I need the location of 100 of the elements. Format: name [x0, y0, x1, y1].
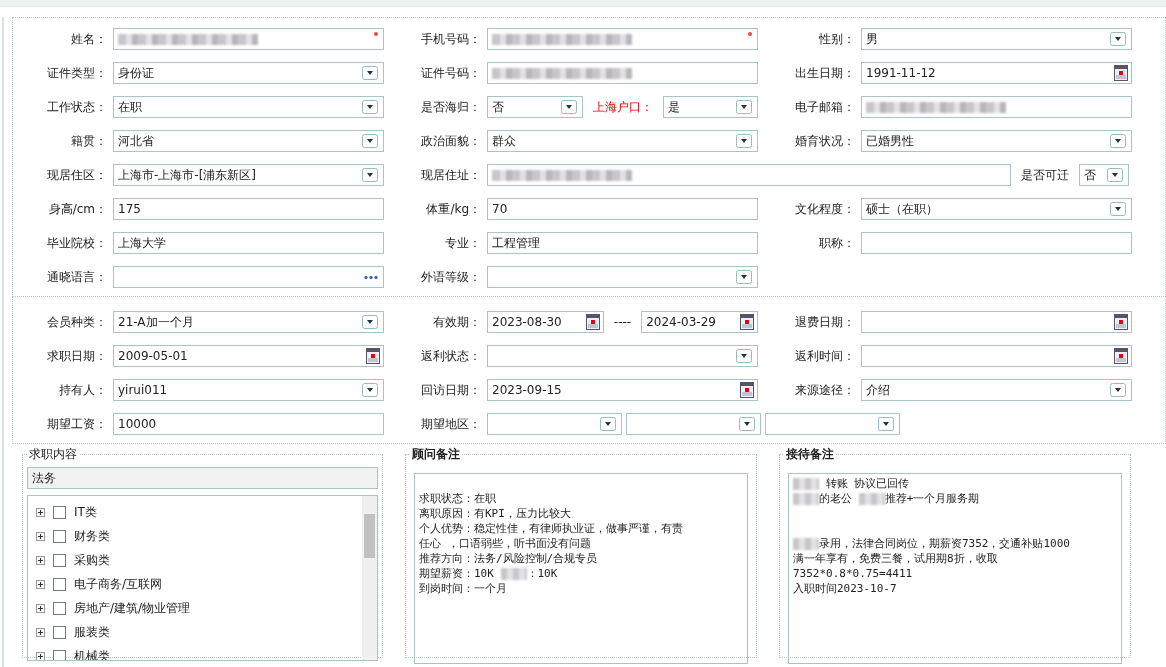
- select-field[interactable]: yirui011: [113, 379, 384, 401]
- text-field[interactable]: 上海大学: [113, 232, 384, 254]
- caret-icon[interactable]: [362, 383, 378, 397]
- text-field[interactable]: [861, 232, 1132, 254]
- select-field[interactable]: 男: [861, 28, 1132, 50]
- caret-icon[interactable]: [1110, 32, 1126, 46]
- category-item[interactable]: 服装类: [74, 623, 110, 641]
- field-label: 通晓语言：: [46, 268, 108, 286]
- panel-title: 顾问备注: [411, 446, 461, 463]
- lookup-field[interactable]: [113, 266, 384, 288]
- select-field[interactable]: 群众: [487, 130, 758, 152]
- expand-icon[interactable]: [36, 507, 45, 517]
- date-field[interactable]: 1991-11-12: [861, 62, 1132, 84]
- calendar-icon[interactable]: [1114, 348, 1128, 364]
- checkbox[interactable]: [53, 625, 66, 639]
- date-field[interactable]: [861, 311, 1132, 333]
- caret-icon[interactable]: [362, 100, 378, 114]
- caret-icon[interactable]: [736, 349, 752, 363]
- field-label: ----: [612, 315, 633, 329]
- select-field[interactable]: 上海市-上海市-[浦东新区]: [113, 164, 384, 186]
- date-field[interactable]: 2023-09-15: [487, 379, 758, 401]
- checkbox[interactable]: [53, 553, 66, 567]
- checkbox[interactable]: [53, 505, 66, 519]
- caret-icon[interactable]: [878, 417, 894, 431]
- caret-icon[interactable]: [362, 66, 378, 80]
- more-icon[interactable]: [363, 275, 379, 280]
- checkbox[interactable]: [53, 577, 66, 591]
- checkbox[interactable]: [53, 601, 66, 615]
- category-item[interactable]: IT类: [74, 503, 97, 521]
- text-field[interactable]: 10000: [113, 413, 384, 435]
- date-field[interactable]: 2024-03-29: [641, 311, 758, 333]
- expand-icon[interactable]: [36, 651, 45, 660]
- note-line: 满一年享有，免费三餐，试用期8折，收取: [793, 551, 999, 566]
- notes-textarea[interactable]: 求职状态：在职 离职原因：有KPI，压力比较大 个人优势：稳定性佳，有律师执业证，做事严谨，有责 任心 ，口语弱些，听书面没有问题 推荐方向：法务/风险控制/合规专员 期望薪资：10K ：10K 到岗时间：一个月: [414, 473, 748, 664]
- category-item[interactable]: 财务类: [74, 527, 110, 545]
- caret-icon[interactable]: [362, 134, 378, 148]
- text-field[interactable]: [487, 164, 1011, 186]
- expand-icon[interactable]: [36, 603, 45, 613]
- caret-icon[interactable]: [736, 270, 752, 284]
- calendar-icon[interactable]: [740, 382, 754, 398]
- text-field[interactable]: 175: [113, 198, 384, 220]
- select-field[interactable]: 是: [662, 96, 758, 118]
- expand-icon[interactable]: [36, 555, 45, 565]
- text-field[interactable]: [861, 96, 1132, 118]
- caret-icon[interactable]: [736, 100, 752, 114]
- field-label: 是否可迁: [1020, 166, 1070, 184]
- select-field[interactable]: [626, 413, 761, 435]
- text-field[interactable]: [113, 28, 384, 50]
- note-line: 录用，法律合同岗位，期薪资7352，交通补贴1000: [793, 536, 1117, 551]
- text-field[interactable]: [487, 62, 758, 84]
- calendar-icon[interactable]: [740, 314, 754, 330]
- calendar-icon[interactable]: [1114, 65, 1128, 81]
- select-field[interactable]: [487, 345, 758, 367]
- select-field[interactable]: 硕士（在职）: [861, 198, 1132, 220]
- select-field[interactable]: 身份证: [113, 62, 384, 84]
- select-field[interactable]: 否: [1079, 164, 1129, 186]
- select-field[interactable]: 否: [487, 96, 583, 118]
- select-field[interactable]: 介绍: [861, 379, 1132, 401]
- checkbox[interactable]: [53, 529, 66, 543]
- text-field[interactable]: 70: [487, 198, 758, 220]
- search-field[interactable]: 法务: [27, 467, 378, 489]
- caret-icon[interactable]: [560, 100, 577, 114]
- date-field[interactable]: [861, 345, 1132, 367]
- category-item[interactable]: 房地产/建筑/物业管理: [74, 599, 191, 617]
- field-label: 婚育状况：: [794, 132, 856, 150]
- text-field[interactable]: [487, 28, 758, 50]
- calendar-icon[interactable]: [585, 314, 600, 330]
- caret-icon[interactable]: [736, 134, 752, 148]
- field-label: 是否海归：: [420, 98, 482, 116]
- select-field[interactable]: 21-A加一个月: [113, 311, 384, 333]
- caret-icon[interactable]: [362, 315, 378, 329]
- select-field[interactable]: [487, 266, 758, 288]
- caret-icon[interactable]: [1107, 168, 1123, 182]
- caret-icon[interactable]: [1110, 383, 1126, 397]
- category-item[interactable]: 电子商务/互联网: [74, 575, 163, 593]
- select-field[interactable]: 在职: [113, 96, 384, 118]
- scrollbar[interactable]: [362, 496, 377, 660]
- date-field[interactable]: 2009-05-01: [113, 345, 384, 367]
- text-field[interactable]: 工程管理: [487, 232, 758, 254]
- caret-icon[interactable]: [362, 168, 378, 182]
- notes-textarea[interactable]: 转账 协议已回传 的老公 推荐+一个月服务期 录用，法律合同岗位，期薪资7352，交通补贴1000 满一年享有，免费三餐，试用期8折，收取 7352*0.8*0.75=4411 入职时间2023-10-7: [788, 473, 1122, 664]
- checkbox[interactable]: [53, 649, 66, 660]
- select-field[interactable]: [487, 413, 622, 435]
- select-field[interactable]: 河北省: [113, 130, 384, 152]
- field-label: 专业：: [444, 234, 482, 252]
- expand-icon[interactable]: [36, 579, 45, 589]
- select-field[interactable]: 已婚男性: [861, 130, 1132, 152]
- category-item[interactable]: 采购类: [74, 551, 110, 569]
- field-label: 现居住区：: [46, 166, 108, 184]
- calendar-icon[interactable]: [366, 348, 380, 364]
- select-field[interactable]: [765, 413, 900, 435]
- expand-icon[interactable]: [36, 531, 45, 541]
- caret-icon[interactable]: [600, 417, 616, 431]
- caret-icon[interactable]: [1110, 202, 1126, 216]
- date-field[interactable]: 2023-08-30: [487, 311, 604, 333]
- expand-icon[interactable]: [36, 627, 45, 637]
- calendar-icon[interactable]: [1114, 314, 1128, 330]
- caret-icon[interactable]: [739, 417, 755, 431]
- note-line: 离职原因：有KPI，压力比较大: [419, 506, 572, 521]
- caret-icon[interactable]: [1110, 134, 1126, 148]
